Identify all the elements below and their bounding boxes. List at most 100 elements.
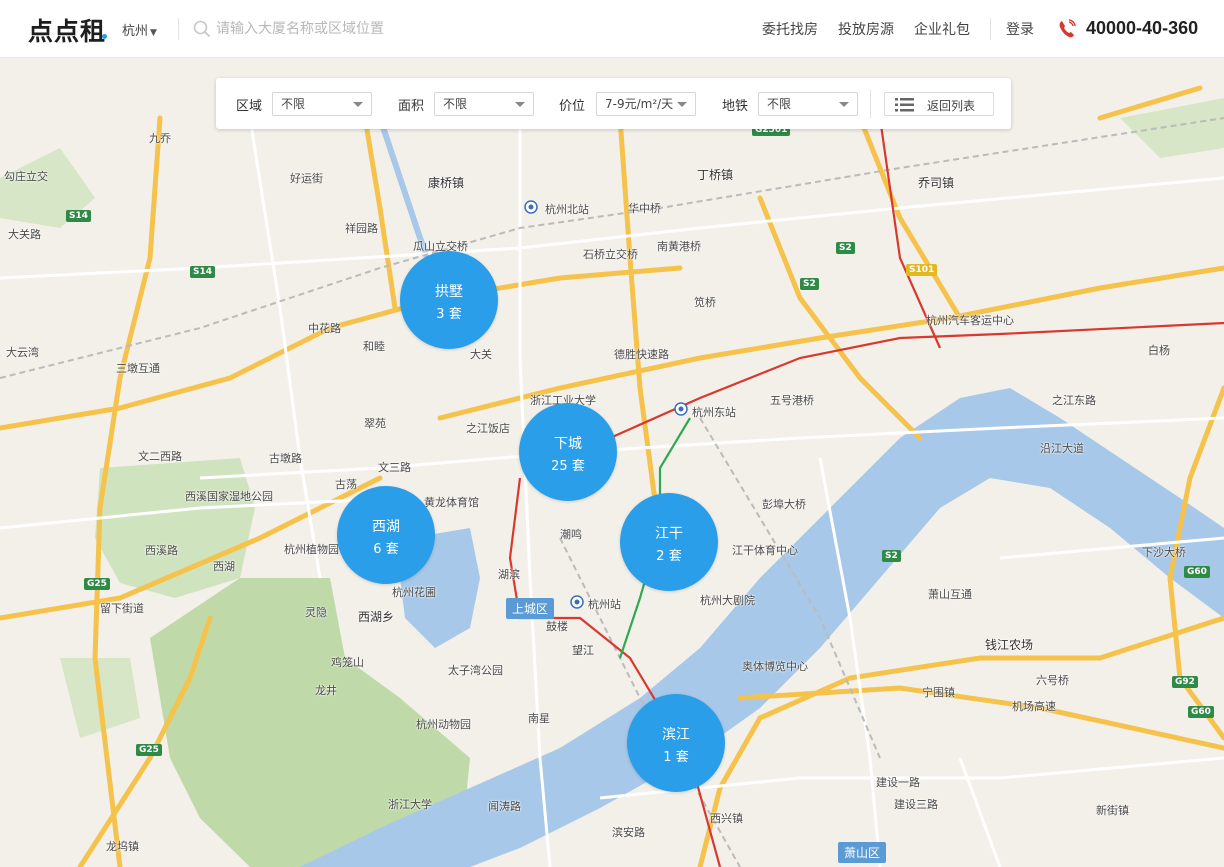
filter-metro-label: 地铁 (722, 99, 749, 114)
search-input[interactable] (216, 15, 516, 43)
road-badge: G92 (1172, 676, 1198, 688)
chevron-down-icon: ▼ (150, 28, 157, 38)
map-label: 留下街道 (100, 602, 144, 615)
road-badge: G60 (1184, 566, 1210, 578)
map-label: 沿江大道 (1040, 442, 1084, 455)
district-bubble-gongshu[interactable]: 拱墅 3 套 (400, 251, 498, 349)
map-label: 杭州东站 (692, 406, 736, 419)
road-badge: S2 (800, 278, 819, 290)
site-logo[interactable]: 点点租 (28, 12, 106, 48)
nav-list-property[interactable]: 投放房源 (838, 19, 894, 39)
map-label: 新街镇 (1096, 804, 1129, 817)
map-label: 太子湾公园 (448, 664, 503, 677)
back-to-list-button[interactable]: 返回列表 (884, 92, 994, 116)
road-badge: S2 (836, 242, 855, 254)
bubble-count: 6 套 (373, 542, 399, 557)
map-label: 浙江大学 (388, 798, 432, 811)
filter-size-select[interactable]: 不限 (434, 92, 534, 116)
map-label: 龙坞镇 (106, 840, 139, 853)
map-label: 之江饭店 (466, 422, 510, 435)
bubble-district-name: 拱墅 (435, 284, 463, 300)
filter-size-value: 不限 (443, 97, 468, 111)
map-label: 文二西路 (138, 450, 182, 463)
district-bubble-binjiang[interactable]: 滨江 1 套 (627, 694, 725, 792)
map-label: 潮鸣 (560, 528, 582, 541)
map-label: 机场高速 (1012, 700, 1056, 713)
filter-divider (870, 90, 871, 118)
map-label: 杭州花圃 (392, 586, 436, 599)
map-label: 灵隐 (305, 606, 327, 619)
map-label: 湖滨 (498, 568, 520, 581)
map-label: 古墩路 (269, 452, 302, 465)
chevron-down-icon (677, 102, 687, 107)
bubble-district-name: 滨江 (662, 727, 690, 743)
bubble-count: 2 套 (656, 549, 682, 564)
map-label: 西湖 (213, 560, 235, 573)
map-label: 建设三路 (894, 798, 938, 811)
nav-enterprise-package[interactable]: 企业礼包 (914, 19, 970, 39)
map-label: 大云湾 (6, 346, 39, 359)
map-label: 华中桥 (628, 202, 661, 215)
map-label: 奥体博览中心 (742, 660, 808, 673)
map-label: 杭州动物园 (416, 718, 471, 731)
map-label: 滨安路 (612, 826, 645, 839)
map-label: 中花路 (308, 322, 341, 335)
map-label: 九乔 (149, 132, 171, 145)
chevron-down-icon (353, 102, 363, 107)
chevron-down-icon (515, 102, 525, 107)
map-label: 西湖乡 (358, 610, 395, 624)
map-label: 祥园路 (345, 222, 378, 235)
map-label: 望江 (572, 644, 594, 657)
search-icon[interactable] (193, 20, 211, 38)
filter-area-select[interactable]: 不限 (272, 92, 372, 116)
filter-area-value: 不限 (281, 97, 306, 111)
road-badge: S101 (906, 264, 938, 276)
city-selector[interactable]: 杭州 ▼ (122, 20, 157, 39)
header-divider (990, 18, 991, 40)
map-label: 杭州北站 (545, 203, 589, 216)
map-label: 钱江农场 (985, 638, 1034, 652)
map-label: 好运街 (290, 172, 323, 185)
map-label: 德胜快速路 (614, 348, 669, 361)
map-label: 南星 (528, 712, 550, 725)
bubble-count: 1 套 (663, 750, 689, 765)
nav-entrust-find[interactable]: 委托找房 (762, 19, 818, 39)
filter-price-select[interactable]: 7-9元/m²/天 (596, 92, 696, 116)
map-label: 康桥镇 (428, 176, 465, 190)
district-tag: 萧山区 (838, 842, 887, 863)
district-tag: 上城区 (506, 598, 555, 619)
login-link[interactable]: 登录 (1006, 19, 1034, 39)
bubble-district-name: 下城 (554, 436, 582, 452)
map-label: 下沙大桥 (1142, 546, 1186, 559)
map-label: 萧山互通 (928, 588, 972, 601)
map-label: 大关 (470, 348, 492, 361)
map-label: 乔司镇 (918, 176, 955, 190)
district-bubble-jianggan[interactable]: 江干 2 套 (620, 493, 718, 591)
logo-dot-icon (102, 34, 107, 39)
filter-metro-select[interactable]: 不限 (758, 92, 858, 116)
map-label: 西兴镇 (710, 812, 743, 825)
road-badge: G60 (1188, 706, 1214, 718)
map-label: 和睦 (363, 340, 385, 353)
train-station-icon (674, 402, 688, 416)
map-label: 石桥立交桥 (583, 248, 638, 261)
district-bubble-xihu[interactable]: 西湖 6 套 (337, 486, 435, 584)
road-badge: G25 (84, 578, 110, 590)
chevron-down-icon (839, 102, 849, 107)
bubble-count: 3 套 (436, 307, 462, 322)
road-badge: S2 (882, 550, 901, 562)
bubble-count: 25 套 (551, 459, 585, 474)
district-bubble-xiacheng[interactable]: 下城 25 套 (519, 403, 617, 501)
filter-metro-value: 不限 (767, 97, 792, 111)
map-label: 翠苑 (364, 417, 386, 430)
map-label: 宁围镇 (922, 686, 955, 699)
map-label: 西溪路 (145, 544, 178, 557)
map-label: 白杨 (1148, 344, 1170, 357)
phone-number: 40000-40-360 (1086, 18, 1199, 38)
list-icon (895, 98, 914, 112)
city-name: 杭州 (122, 24, 149, 39)
map-label: 建设一路 (876, 776, 920, 789)
map-label: 龙井 (315, 684, 337, 697)
map-label: 南黄港桥 (657, 240, 701, 253)
map-label: 黄龙体育馆 (424, 496, 479, 509)
